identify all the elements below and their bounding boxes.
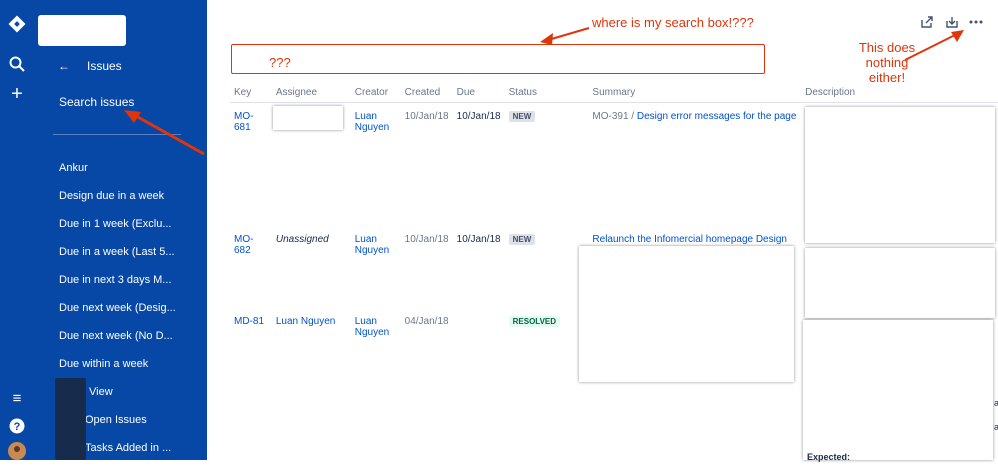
- main-content: ??? where is my search box!??? This does…: [124, 0, 998, 462]
- annotation-arrows: [124, 27, 964, 156]
